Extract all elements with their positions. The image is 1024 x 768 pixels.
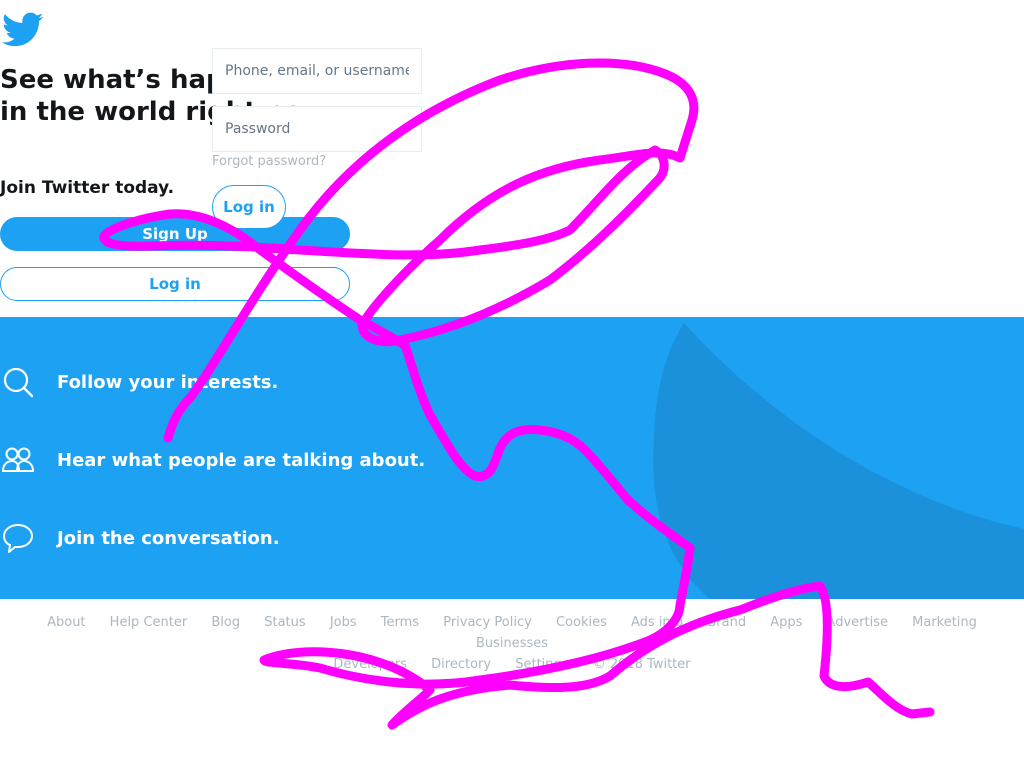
feature-text: Hear what people are talking about. — [57, 449, 426, 471]
footer-link-help-center[interactable]: Help Center — [110, 615, 188, 630]
search-icon — [3, 367, 34, 398]
forgot-password-link[interactable]: Forgot password? — [212, 154, 326, 169]
footer-row-1: About Help Center Blog Status Jobs Terms… — [0, 612, 1024, 654]
footer-link-ads-info[interactable]: Ads info — [631, 615, 683, 630]
feature-follow-interests: Follow your interests. — [0, 362, 278, 402]
footer: About Help Center Blog Status Jobs Terms… — [0, 612, 1024, 675]
footer-link-developers[interactable]: Developers — [333, 657, 407, 672]
features-band: Follow your interests. Hear what people … — [0, 317, 1024, 599]
footer-link-directory[interactable]: Directory — [431, 657, 491, 672]
footer-link-marketing[interactable]: Marketing — [912, 615, 977, 630]
footer-link-privacy-policy[interactable]: Privacy Policy — [443, 615, 532, 630]
speech-bubble-icon — [3, 524, 33, 553]
feature-text: Join the conversation. — [57, 527, 280, 549]
footer-row-2: Developers Directory Settings © 2018 Twi… — [0, 654, 1024, 675]
sign-up-button[interactable]: Sign Up — [0, 217, 350, 251]
feature-hear-people: Hear what people are talking about. — [0, 440, 425, 480]
footer-link-terms[interactable]: Terms — [381, 615, 419, 630]
footer-link-settings[interactable]: Settings — [515, 657, 568, 672]
footer-copyright: © 2018 Twitter — [592, 657, 691, 672]
feature-join-conversation: Join the conversation. — [0, 518, 280, 558]
footer-link-status[interactable]: Status — [264, 615, 305, 630]
people-icon — [1, 447, 35, 472]
footer-link-apps[interactable]: Apps — [770, 615, 802, 630]
footer-link-businesses[interactable]: Businesses — [476, 636, 548, 651]
footer-link-brand[interactable]: Brand — [707, 615, 746, 630]
username-input[interactable] — [212, 48, 422, 94]
footer-link-blog[interactable]: Blog — [211, 615, 240, 630]
twitter-bird-icon — [2, 12, 44, 47]
background-bird-icon — [653, 323, 1024, 599]
join-twitter-text: Join Twitter today. — [0, 178, 175, 198]
footer-link-advertise[interactable]: Advertise — [827, 615, 888, 630]
footer-link-jobs[interactable]: Jobs — [330, 615, 357, 630]
feature-text: Follow your interests. — [57, 371, 279, 393]
password-input[interactable] — [212, 106, 422, 152]
footer-link-cookies[interactable]: Cookies — [556, 615, 607, 630]
footer-link-about[interactable]: About — [47, 615, 85, 630]
log-in-button[interactable]: Log in — [0, 267, 350, 301]
login-form-submit-button[interactable]: Log in — [212, 185, 286, 229]
